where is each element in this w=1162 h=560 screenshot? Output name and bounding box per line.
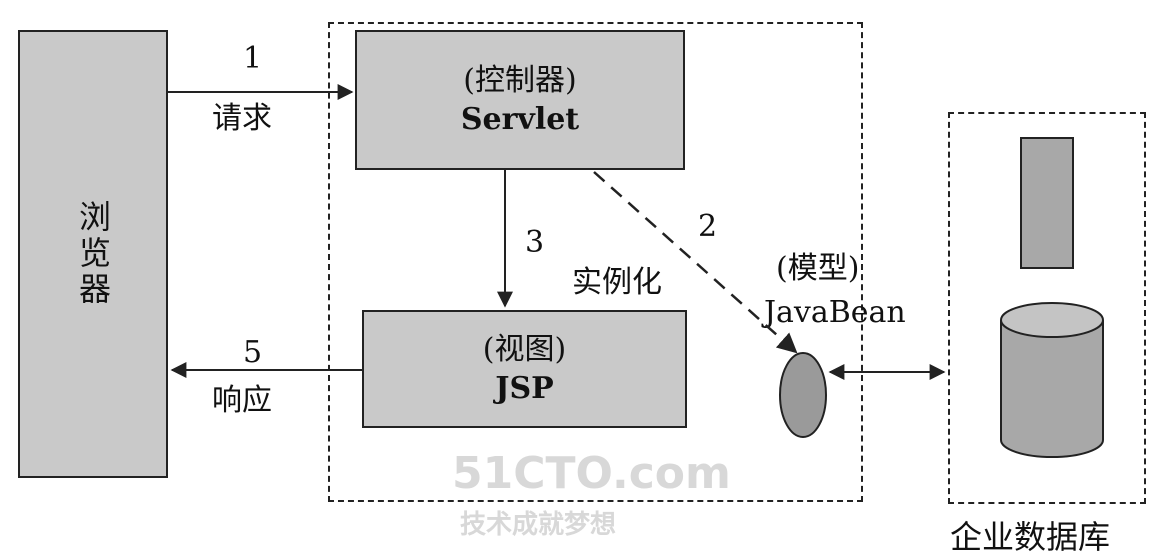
database-cylinder-shape (1000, 302, 1104, 458)
database-table-shape (1020, 137, 1074, 269)
model-bean-shape (779, 352, 827, 438)
diagram-connectors (168, 84, 1104, 458)
model-call-arrow (593, 171, 798, 354)
